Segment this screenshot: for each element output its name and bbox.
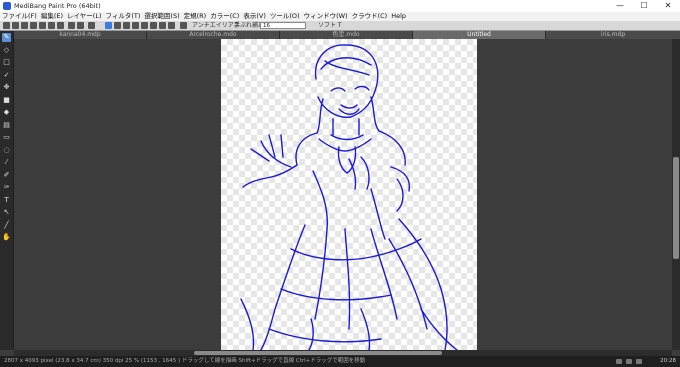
tool-eyedropper-icon[interactable]: ╱ <box>2 221 11 230</box>
tool-eraser-icon[interactable]: ◇ <box>2 46 11 55</box>
status-text: 2807 x 4093 pixel (23.8 x 34.7 cm) 350 d… <box>4 358 366 364</box>
menu-ruler[interactable]: 定規(R) <box>182 12 209 21</box>
minimize-button[interactable]: — <box>608 0 632 12</box>
sketch-stroke <box>260 224 306 351</box>
tool-palette: ✎ ◇ □ ✓ ✥ ■ ◆ ▤ ▭ ◌ ⁄ ✐ ✑ T ↖ ╱ ✋ <box>0 31 14 350</box>
clock: 20:28 <box>660 358 676 364</box>
stabilizer-select[interactable]: 16 <box>260 22 306 29</box>
sketch-stroke <box>338 104 360 115</box>
sketch-stroke <box>250 134 292 168</box>
grid-icon[interactable] <box>180 22 187 29</box>
sketch-stroke <box>242 164 298 188</box>
sketch-stroke <box>398 218 448 351</box>
vertical-scroll-thumb[interactable] <box>673 157 679 259</box>
sketch-stroke <box>308 308 371 351</box>
sketch-stroke <box>390 166 411 212</box>
snap-radial-icon[interactable] <box>141 22 148 29</box>
document-tabs: kanna04.mdp Arcelroche.mdo 色塗.mdo Untitl… <box>14 31 680 39</box>
tool-wand-icon[interactable]: ⁄ <box>2 158 11 167</box>
snap-cross-icon[interactable] <box>123 22 130 29</box>
tool-text-icon[interactable]: T <box>2 196 11 205</box>
tool-dot-icon[interactable]: □ <box>2 58 11 67</box>
canvas-area[interactable] <box>14 39 672 351</box>
vertical-scrollbar[interactable] <box>672 39 680 350</box>
status-bar: 2807 x 4093 pixel (23.8 x 34.7 cm) 350 d… <box>0 356 680 367</box>
tool-bucket-icon[interactable]: ◆ <box>2 108 11 117</box>
sketch-stroke <box>330 85 370 92</box>
save-icon[interactable] <box>21 22 28 29</box>
tool-select-eraser-icon[interactable]: ✑ <box>2 183 11 192</box>
menu-color[interactable]: カラー(C) <box>208 12 241 21</box>
snap-off-icon[interactable] <box>105 22 112 29</box>
tab-untitled[interactable]: Untitled <box>413 31 546 39</box>
drawing-canvas[interactable] <box>221 39 477 351</box>
cloud-icon[interactable] <box>30 22 37 29</box>
open-file-icon[interactable] <box>12 22 19 29</box>
toolbar: アンチエイリアス 手ぶれ補正 16 ソフト T <box>0 21 680 31</box>
snap-parallel-icon[interactable] <box>114 22 121 29</box>
crop-icon[interactable] <box>88 22 95 29</box>
horizontal-scroll-thumb[interactable] <box>194 351 442 355</box>
sketch-stroke <box>290 238 422 261</box>
menu-tool[interactable]: ツール(O) <box>268 12 302 21</box>
tool-move-icon[interactable]: ✥ <box>2 83 11 92</box>
snap-curve-icon[interactable] <box>159 22 166 29</box>
sketch-stroke <box>318 138 372 152</box>
settings-icon[interactable] <box>57 22 64 29</box>
menu-layer[interactable]: レイヤー(L) <box>65 12 104 21</box>
sketch-stroke <box>295 130 406 166</box>
menu-select[interactable]: 選択範囲(S) <box>142 12 181 21</box>
menu-edit[interactable]: 編集(E) <box>39 12 65 21</box>
volume-icon[interactable] <box>626 359 632 364</box>
line-art-sketch <box>240 44 458 351</box>
menu-file[interactable]: ファイル(F) <box>0 12 39 21</box>
tool-operation-icon[interactable]: ↖ <box>2 208 11 217</box>
undo-icon[interactable] <box>68 22 75 29</box>
tab-arcelroche[interactable]: Arcelroche.mdo <box>147 31 280 39</box>
menu-cloud[interactable]: クラウド(C) <box>350 12 390 21</box>
toolbar-hint: ソフト T <box>318 22 342 29</box>
window-title: MediBang Paint Pro (64bit) <box>14 2 101 10</box>
tool-lasso-icon[interactable]: ◌ <box>2 146 11 155</box>
antialias-label[interactable]: アンチエイリアス <box>192 21 240 30</box>
tool-pen-icon[interactable]: ✎ <box>2 33 11 42</box>
menu-window[interactable]: ウィンドウ(W) <box>302 12 350 21</box>
export-icon[interactable] <box>48 22 55 29</box>
tool-select-rect-icon[interactable]: ▭ <box>2 133 11 142</box>
tab-shikinuri[interactable]: 色塗.mdo <box>280 31 413 39</box>
snap-circle-icon[interactable] <box>150 22 157 29</box>
tab-iris[interactable]: iris.mdp <box>546 31 680 39</box>
tool-gradient-icon[interactable]: ▤ <box>2 121 11 130</box>
snap-vanish-icon[interactable] <box>132 22 139 29</box>
redo-icon[interactable] <box>77 22 84 29</box>
sketch-stroke <box>330 118 364 141</box>
tool-fill-rect-icon[interactable]: ■ <box>2 96 11 105</box>
maximize-button[interactable]: ☐ <box>632 0 656 12</box>
menu-bar: ファイル(F) 編集(E) レイヤー(L) フィルタ(T) 選択範囲(S) 定規(R) カラ… <box>0 12 680 21</box>
app-icon <box>3 2 11 10</box>
sketch-stroke <box>314 228 351 330</box>
sketch-stroke <box>314 44 379 118</box>
tool-select-pen-icon[interactable]: ✐ <box>2 171 11 180</box>
ime-icon[interactable] <box>636 359 642 364</box>
new-file-icon[interactable] <box>3 22 10 29</box>
sketch-stroke <box>348 156 370 190</box>
cloud-save-icon[interactable] <box>39 22 46 29</box>
sketch-stroke <box>320 57 372 76</box>
tool-hand-icon[interactable]: ✋ <box>2 233 11 242</box>
sketch-stroke <box>312 170 386 240</box>
menu-view[interactable]: 表示(V) <box>241 12 268 21</box>
tab-kanna04[interactable]: kanna04.mdp <box>14 31 147 39</box>
title-bar: MediBang Paint Pro (64bit) — ☐ ✕ <box>0 0 680 12</box>
menu-filter[interactable]: フィルタ(T) <box>104 12 143 21</box>
menu-help[interactable]: Help <box>389 12 408 21</box>
close-button[interactable]: ✕ <box>656 0 680 12</box>
tool-check-icon[interactable]: ✓ <box>2 71 11 80</box>
sketch-stroke <box>268 288 392 343</box>
snap-settings-icon[interactable] <box>168 22 175 29</box>
network-icon[interactable] <box>616 359 622 364</box>
